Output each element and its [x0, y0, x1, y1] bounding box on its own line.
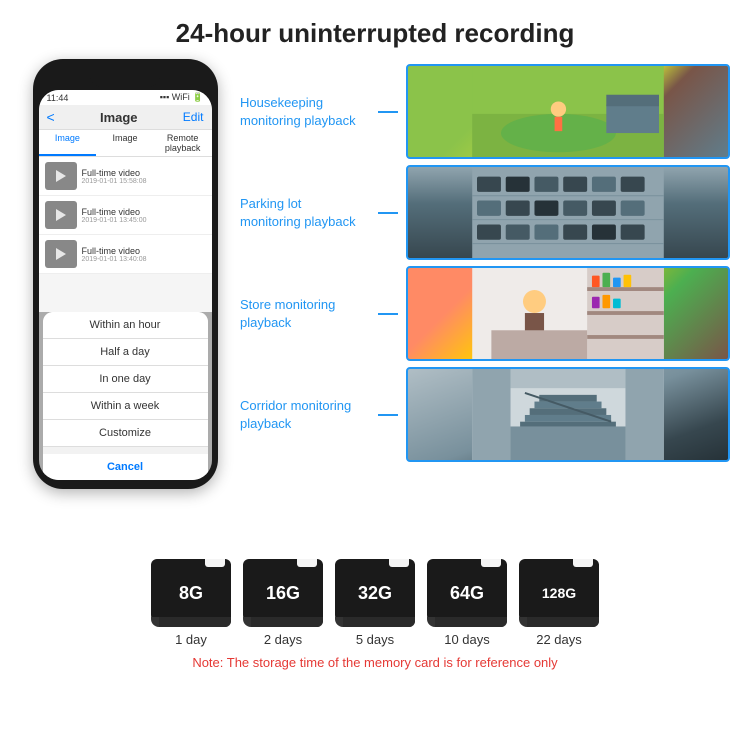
phone-mockup: 11:44 ▪▪▪ WiFi 🔋 < Image Edit Image Imag…	[20, 59, 230, 549]
dropdown-cancel-button[interactable]: Cancel	[43, 451, 208, 480]
storage-days-16g: 2 days	[264, 632, 302, 647]
phone-status-bar: 11:44 ▪▪▪ WiFi 🔋	[39, 90, 212, 105]
storage-days-128g: 22 days	[536, 632, 582, 647]
storage-card-16g: 16G 2 days	[243, 559, 323, 647]
phone-tab-image2[interactable]: Image	[96, 130, 154, 156]
main-content: 11:44 ▪▪▪ WiFi 🔋 < Image Edit Image Imag…	[0, 59, 750, 549]
sd-size-128g: 128G	[542, 585, 576, 601]
video-title: Full-time video	[82, 168, 147, 178]
phone-tab-remote[interactable]: Remote playback	[154, 130, 212, 156]
storage-days-32g: 5 days	[356, 632, 394, 647]
monitoring-label-store: Store monitoringplayback	[240, 296, 370, 332]
video-info: Full-time video 2019-01-01 13:45:00	[82, 207, 147, 224]
connector-store	[378, 313, 398, 315]
sd-notch	[481, 559, 501, 567]
phone-notch	[90, 69, 160, 87]
connector-housekeeping	[378, 111, 398, 113]
phone-body: 11:44 ▪▪▪ WiFi 🔋 < Image Edit Image Imag…	[33, 59, 218, 489]
sd-card-128g: 128G	[519, 559, 599, 627]
monitoring-store: Store monitoringplayback	[240, 266, 730, 361]
dropdown-item-one-day[interactable]: In one day	[43, 366, 208, 393]
phone-nav-bar: < Image Edit	[39, 105, 212, 130]
list-item[interactable]: Full-time video 2019-01-01 13:45:00	[39, 196, 212, 235]
play-icon	[56, 248, 66, 260]
monitoring-image-corridor	[406, 367, 730, 462]
sd-card-16g: 16G	[243, 559, 323, 627]
sd-size-8g: 8G	[179, 583, 203, 604]
monitoring-corridor: Corridor monitoringplayback	[240, 367, 730, 462]
sd-card-64g: 64G	[427, 559, 507, 627]
monitoring-label-housekeeping: Housekeepingmonitoring playback	[240, 94, 370, 130]
storage-cards-container: 8G 1 day 16G 2 days 32G 5 days 64G 10 da…	[151, 559, 599, 647]
storage-section: 8G 1 day 16G 2 days 32G 5 days 64G 10 da…	[0, 549, 750, 670]
phone-tabs: Image Image Remote playback	[39, 130, 212, 157]
video-thumbnail	[45, 240, 77, 268]
monitoring-label-parking: Parking lotmonitoring playback	[240, 195, 370, 231]
list-item[interactable]: Full-time video 2019-01-01 15:58:08	[39, 157, 212, 196]
connector-corridor	[378, 414, 398, 416]
video-thumbnail	[45, 162, 77, 190]
dropdown-item-half-day[interactable]: Half a day	[43, 339, 208, 366]
storage-note: Note: The storage time of the memory car…	[192, 655, 557, 670]
storage-card-32g: 32G 5 days	[335, 559, 415, 647]
video-title: Full-time video	[82, 246, 147, 256]
phone-edit-button[interactable]: Edit	[183, 110, 204, 124]
connector-parking	[378, 212, 398, 214]
monitoring-parking: Parking lotmonitoring playback	[240, 165, 730, 260]
phone-back-button[interactable]: <	[47, 109, 55, 125]
page-header: 24-hour uninterrupted recording	[0, 0, 750, 59]
dropdown-item-customize[interactable]: Customize	[43, 420, 208, 447]
video-date: 2019-01-01 15:58:08	[82, 178, 147, 185]
video-date: 2019-01-01 13:45:00	[82, 217, 147, 224]
play-icon	[56, 170, 66, 182]
sd-notch	[205, 559, 225, 567]
monitoring-image-parking	[406, 165, 730, 260]
phone-list: Full-time video 2019-01-01 15:58:08 Full…	[39, 157, 212, 274]
storage-card-64g: 64G 10 days	[427, 559, 507, 647]
monitoring-housekeeping: Housekeepingmonitoring playback	[240, 64, 730, 159]
phone-screen: 11:44 ▪▪▪ WiFi 🔋 < Image Edit Image Imag…	[39, 90, 212, 480]
phone-time: 11:44	[47, 93, 69, 103]
time-filter-dropdown: Within an hour Half a day In one day Wit…	[39, 312, 212, 480]
sd-card-8g: 8G	[151, 559, 231, 627]
sd-card-32g: 32G	[335, 559, 415, 627]
dropdown-item-week[interactable]: Within a week	[43, 393, 208, 420]
dropdown-item-within-hour[interactable]: Within an hour	[43, 312, 208, 339]
sd-size-16g: 16G	[266, 583, 300, 604]
storage-card-8g: 8G 1 day	[151, 559, 231, 647]
play-icon	[56, 209, 66, 221]
page-title: 24-hour uninterrupted recording	[10, 18, 740, 49]
monitoring-image-housekeeping	[406, 64, 730, 159]
phone-signal: ▪▪▪ WiFi 🔋	[160, 92, 204, 103]
sd-size-32g: 32G	[358, 583, 392, 604]
sd-size-64g: 64G	[450, 583, 484, 604]
monitoring-image-store	[406, 266, 730, 361]
storage-card-128g: 128G 22 days	[519, 559, 599, 647]
video-title: Full-time video	[82, 207, 147, 217]
sd-notch	[297, 559, 317, 567]
storage-days-8g: 1 day	[175, 632, 207, 647]
video-info: Full-time video 2019-01-01 15:58:08	[82, 168, 147, 185]
sd-notch	[573, 559, 593, 567]
video-thumbnail	[45, 201, 77, 229]
video-info: Full-time video 2019-01-01 13:40:08	[82, 246, 147, 263]
sd-notch	[389, 559, 409, 567]
monitoring-panel: Housekeepingmonitoring playback	[240, 59, 730, 549]
phone-nav-title: Image	[100, 110, 138, 125]
storage-days-64g: 10 days	[444, 632, 490, 647]
video-date: 2019-01-01 13:40:08	[82, 256, 147, 263]
monitoring-label-corridor: Corridor monitoringplayback	[240, 397, 370, 433]
list-item[interactable]: Full-time video 2019-01-01 13:40:08	[39, 235, 212, 274]
dropdown-menu: Within an hour Half a day In one day Wit…	[43, 312, 208, 480]
phone-tab-image[interactable]: Image	[39, 130, 97, 156]
